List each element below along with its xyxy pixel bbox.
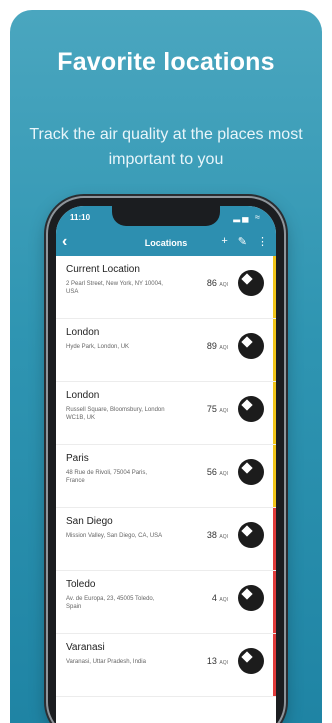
aqi-gauge-icon (238, 648, 264, 674)
location-address: Varanasi, Uttar Pradesh, India (66, 659, 146, 665)
aqi-value: 4 AQI (211, 593, 228, 603)
location-address: 2 Pearl Street, New York, NY 10004, USA (66, 281, 163, 295)
nav-bar: ‹ Locations + ✎ ⋮ (56, 230, 276, 256)
status-color-bar (273, 256, 276, 318)
promo-card: Favorite locations Track the air quality… (10, 10, 322, 723)
add-icon[interactable]: + (221, 235, 227, 248)
subline: Track the air quality at the places most… (29, 126, 303, 168)
location-name: Varanasi (66, 642, 105, 653)
location-address: 48 Rue de Rivoli, 75004 Paris, France (66, 470, 148, 484)
location-address: Russell Square, Bloomsbury, London WC1B,… (66, 407, 165, 421)
status-color-bar (273, 382, 276, 444)
location-name: Paris (66, 453, 89, 464)
location-name: London (66, 390, 100, 401)
locations-list: Current Location 2 Pearl Street, New Yor… (56, 256, 276, 723)
location-name: San Diego (66, 516, 113, 527)
status-color-bar (273, 319, 276, 381)
aqi-gauge-icon (238, 522, 264, 548)
list-item[interactable]: London Russell Square, Bloomsbury, Londo… (56, 382, 276, 445)
location-address: Mission Valley, San Diego, CA, USA (66, 533, 163, 539)
location-name: London (66, 327, 100, 338)
status-color-bar (273, 508, 276, 570)
phone-screen: 11:10 ▂▄ ≈ ‹ Locations + ✎ ⋮ Current Loc… (56, 206, 276, 723)
aqi-value: 89 AQI (206, 341, 228, 351)
aqi-value: 86 AQI (206, 278, 228, 288)
aqi-value: 38 AQI (206, 530, 228, 540)
status-color-bar (273, 571, 276, 633)
aqi-gauge-icon (238, 396, 264, 422)
list-item[interactable]: Varanasi Varanasi, Uttar Pradesh, India … (56, 634, 276, 697)
aqi-gauge-icon (238, 270, 264, 296)
signal-wifi-icon: ▂▄ ≈ (233, 212, 262, 222)
phone-frame: 11:10 ▂▄ ≈ ‹ Locations + ✎ ⋮ Current Loc… (48, 198, 284, 723)
headline: Favorite locations (57, 48, 275, 76)
aqi-gauge-icon (238, 333, 264, 359)
list-item[interactable]: San Diego Mission Valley, San Diego, CA,… (56, 508, 276, 571)
list-item[interactable]: Current Location 2 Pearl Street, New Yor… (56, 256, 276, 319)
status-color-bar (273, 634, 276, 696)
status-color-bar (273, 445, 276, 507)
aqi-gauge-icon (238, 585, 264, 611)
edit-icon[interactable]: ✎ (238, 235, 247, 248)
list-item[interactable]: London Hyde Park, London, UK 89 AQI (56, 319, 276, 382)
aqi-value: 75 AQI (206, 404, 228, 414)
aqi-gauge-icon (238, 459, 264, 485)
status-time: 11:10 (70, 213, 91, 222)
nav-actions: + ✎ ⋮ (221, 235, 268, 248)
location-name: Current Location (66, 264, 140, 275)
location-name: Toledo (66, 579, 96, 590)
list-item[interactable]: Paris 48 Rue de Rivoli, 75004 Paris, Fra… (56, 445, 276, 508)
location-address: Av. de Europa, 23, 45005 Toledo, Spain (66, 596, 155, 610)
aqi-value: 13 AQI (206, 656, 228, 666)
list-item[interactable]: Toledo Av. de Europa, 23, 45005 Toledo, … (56, 571, 276, 634)
aqi-value: 56 AQI (206, 467, 228, 477)
more-icon[interactable]: ⋮ (257, 235, 268, 248)
location-address: Hyde Park, London, UK (66, 344, 130, 350)
notch (112, 206, 220, 226)
